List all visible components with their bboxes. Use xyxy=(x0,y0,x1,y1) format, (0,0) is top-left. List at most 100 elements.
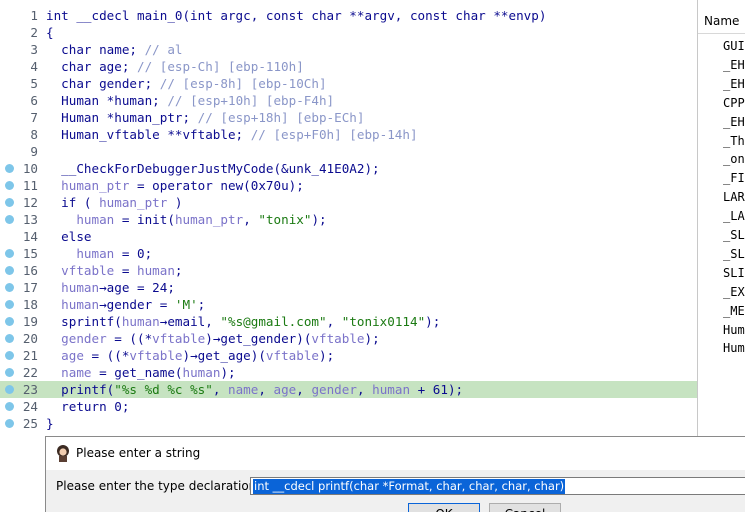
code-line[interactable]: 18 human→gender = 'M'; xyxy=(0,296,697,313)
code-line[interactable]: 3 char name; // al xyxy=(0,41,697,58)
code-line[interactable]: 6 Human *human; // [esp+10h] [ebp-F4h] xyxy=(0,92,697,109)
breakpoint-marker-icon[interactable] xyxy=(5,368,14,377)
names-column-header[interactable]: Name xyxy=(698,8,745,34)
names-list-item[interactable]: _SL xyxy=(723,247,745,261)
breakpoint-marker-icon[interactable] xyxy=(5,198,14,207)
code-line[interactable]: 21 age = ((*vftable)→get_age)(vftable); xyxy=(0,347,697,364)
line-number: 11 xyxy=(22,178,38,193)
code-line[interactable]: 8 Human_vftable **vftable; // [esp+F0h] … xyxy=(0,126,697,143)
code-line[interactable]: 2{ xyxy=(0,24,697,41)
code-text[interactable]: human→age = 24; xyxy=(46,279,175,296)
breakpoint-marker-icon[interactable] xyxy=(5,402,14,411)
names-list-item[interactable]: CPP xyxy=(723,96,745,110)
line-number: 24 xyxy=(22,399,38,414)
code-line-current[interactable]: 23 printf("%s %d %c %s", name, age, gend… xyxy=(0,381,697,398)
names-window[interactable]: Name GUI _EH _EH CPP _EH _Th _on _FI LAR _LA _SL _S… xyxy=(697,0,745,436)
names-list-item[interactable]: Hum xyxy=(723,341,745,355)
ok-button[interactable]: OK xyxy=(408,503,480,512)
ida-app-icon xyxy=(57,445,69,462)
code-text[interactable]: if ( human_ptr ) xyxy=(46,194,182,211)
pseudocode-view[interactable]: 1 int __cdecl main_0(int argc, const char… xyxy=(0,0,697,436)
code-text[interactable]: Human *human; // [esp+10h] [ebp-F4h] xyxy=(46,92,334,109)
code-line[interactable]: 20 gender = ((*vftable)→get_gender)(vfta… xyxy=(0,330,697,347)
names-list-item[interactable]: GUI xyxy=(723,39,745,53)
names-list-item[interactable]: _EH xyxy=(723,115,745,129)
names-list-item[interactable]: _EH xyxy=(723,58,745,72)
names-list-item[interactable]: _LA xyxy=(723,209,745,223)
names-list-item[interactable]: LAR xyxy=(723,190,745,204)
code-text[interactable]: human→gender = 'M'; xyxy=(46,296,205,313)
breakpoint-marker-icon[interactable] xyxy=(5,266,14,275)
code-text[interactable]: age = ((*vftable)→get_age)(vftable); xyxy=(46,347,334,364)
code-text[interactable]: sprintf(human→email, "%s@gmail.com", "to… xyxy=(46,313,440,330)
names-list-item[interactable]: _SL xyxy=(723,228,745,242)
code-line[interactable]: 16 vftable = human; xyxy=(0,262,697,279)
code-line[interactable]: 22 name = get_name(human); xyxy=(0,364,697,381)
code-text[interactable]: Human_vftable **vftable; // [esp+F0h] [e… xyxy=(46,126,417,143)
code-text[interactable]: printf("%s %d %c %s", name, age, gender,… xyxy=(46,381,463,398)
code-line[interactable]: 19 sprintf(human→email, "%s@gmail.com", … xyxy=(0,313,697,330)
code-line[interactable]: 25} xyxy=(0,415,697,432)
code-line[interactable]: 13 human = init(human_ptr, "tonix"); xyxy=(0,211,697,228)
code-text[interactable]: char gender; // [esp-8h] [ebp-10Ch] xyxy=(46,75,326,92)
type-declaration-input[interactable]: int __cdecl printf(char *Format, char, c… xyxy=(250,477,745,495)
names-list-item[interactable]: _Th xyxy=(723,134,745,148)
names-list-item[interactable]: Hum xyxy=(723,323,745,337)
breakpoint-marker-icon[interactable] xyxy=(5,249,14,258)
line-number: 13 xyxy=(22,212,38,227)
cancel-button[interactable]: Cancel xyxy=(489,503,561,512)
names-list-item[interactable]: _EH xyxy=(723,77,745,91)
names-list-item[interactable]: _ME xyxy=(723,304,745,318)
code-line[interactable]: 12 if ( human_ptr ) xyxy=(0,194,697,211)
line-number: 7 xyxy=(30,110,38,125)
code-line[interactable]: 10 __CheckForDebuggerJustMyCode(&unk_41E… xyxy=(0,160,697,177)
code-line[interactable]: 5 char gender; // [esp-8h] [ebp-10Ch] xyxy=(0,75,697,92)
code-line[interactable]: 9 xyxy=(0,143,697,160)
code-line[interactable]: 4 char age; // [esp-Ch] [ebp-110h] xyxy=(0,58,697,75)
code-text[interactable]: human_ptr = operator new(0x70u); xyxy=(46,177,304,194)
breakpoint-marker-icon[interactable] xyxy=(5,164,14,173)
breakpoint-marker-icon[interactable] xyxy=(5,215,14,224)
code-line[interactable]: 7 Human *human_ptr; // [esp+18h] [ebp-EC… xyxy=(0,109,697,126)
code-text[interactable]: human = 0; xyxy=(46,245,152,262)
dialog-title: Please enter a string xyxy=(76,446,201,460)
line-number: 18 xyxy=(22,297,38,312)
dialog-titlebar[interactable]: Please enter a string xyxy=(46,437,745,470)
code-text[interactable]: human = init(human_ptr, "tonix"); xyxy=(46,211,326,228)
breakpoint-marker-icon[interactable] xyxy=(5,181,14,190)
code-text[interactable]: __CheckForDebuggerJustMyCode(&unk_41E0A2… xyxy=(46,160,379,177)
code-line[interactable]: 14 else xyxy=(0,228,697,245)
names-list-item[interactable]: _EX xyxy=(723,285,745,299)
breakpoint-marker-icon[interactable] xyxy=(5,300,14,309)
code-text[interactable]: { xyxy=(46,24,54,41)
line-number: 8 xyxy=(30,127,38,142)
line-number: 6 xyxy=(30,93,38,108)
code-line[interactable]: 11 human_ptr = operator new(0x70u); xyxy=(0,177,697,194)
line-number: 4 xyxy=(30,59,38,74)
code-text[interactable]: int __cdecl main_0(int argc, const char … xyxy=(46,7,546,24)
code-text[interactable]: name = get_name(human); xyxy=(46,364,235,381)
breakpoint-marker-icon[interactable] xyxy=(5,419,14,428)
code-line[interactable]: 1 int __cdecl main_0(int argc, const char… xyxy=(0,7,697,24)
code-line[interactable]: 17 human→age = 24; xyxy=(0,279,697,296)
breakpoint-marker-icon[interactable] xyxy=(5,385,14,394)
code-line[interactable]: 24 return 0; xyxy=(0,398,697,415)
code-text[interactable]: return 0; xyxy=(46,398,129,415)
names-list-item[interactable]: SLI xyxy=(723,266,745,280)
code-text[interactable]: gender = ((*vftable)→get_gender)(vftable… xyxy=(46,330,379,347)
code-text[interactable]: Human *human_ptr; // [esp+18h] [ebp-ECh] xyxy=(46,109,364,126)
breakpoint-marker-icon[interactable] xyxy=(5,334,14,343)
code-text[interactable]: } xyxy=(46,415,54,432)
code-line[interactable]: 15 human = 0; xyxy=(0,245,697,262)
code-text[interactable]: vftable = human; xyxy=(46,262,182,279)
code-text[interactable]: char name; // al xyxy=(46,41,182,58)
breakpoint-marker-icon[interactable] xyxy=(5,351,14,360)
breakpoint-marker-icon[interactable] xyxy=(5,283,14,292)
line-number: 20 xyxy=(22,331,38,346)
code-text[interactable]: char age; // [esp-Ch] [ebp-110h] xyxy=(46,58,304,75)
names-list-item[interactable]: _FI xyxy=(723,171,745,185)
code-text[interactable]: else xyxy=(46,228,91,245)
line-number: 17 xyxy=(22,280,38,295)
names-list-item[interactable]: _on xyxy=(723,152,745,166)
breakpoint-marker-icon[interactable] xyxy=(5,317,14,326)
